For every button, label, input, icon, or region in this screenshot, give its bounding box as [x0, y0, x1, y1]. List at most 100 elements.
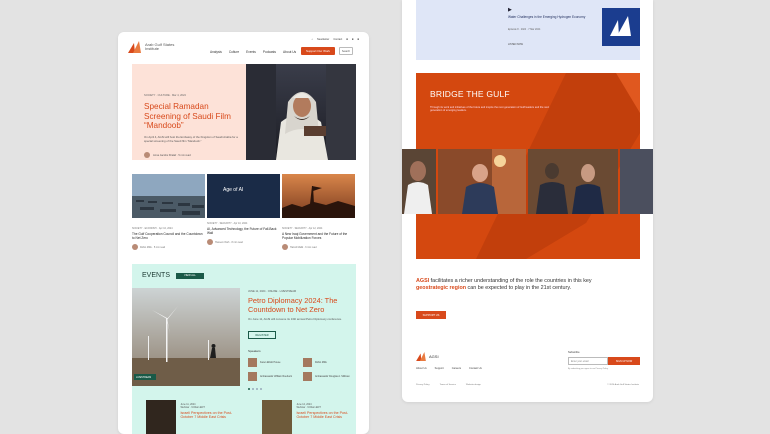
nav-analysis[interactable]: Analysis: [210, 50, 222, 54]
author-name: Hamdi Malik · 6 min read: [290, 245, 317, 249]
article-meta: SOCIETY · SECURITY · Apr 10, 2024: [207, 222, 248, 225]
about-lead: AGSI: [416, 278, 430, 284]
footer-legal-links: Privacy Policy Terms of Service Website …: [416, 384, 481, 386]
about-text-2: can be expected to play in the 21st cent…: [466, 285, 572, 291]
author-name: Robin Mills · 5 min read: [140, 245, 166, 249]
terms-link[interactable]: Terms of Service: [440, 384, 456, 386]
events-header: EVENTS VIEW ALL: [142, 272, 204, 279]
event-title[interactable]: Petro Diplomacy 2024: The Countdown to N…: [248, 296, 348, 314]
nav-events[interactable]: Events: [246, 50, 256, 54]
youtube-icon[interactable]: ■: [357, 38, 359, 41]
hero-feature[interactable]: SOCIETY · CULTURE · Mar 4, 2024 Special …: [132, 64, 356, 160]
article-card[interactable]: Age of AI SOCIETY · SECURITY · Apr 10, 2…: [207, 174, 280, 250]
home-page-frame: Arab Gulf States Institute ⌕ Newsletter …: [118, 32, 369, 434]
speaker-name: Karen Elliott House: [260, 361, 281, 364]
about-statement: AGSI facilitates a richer understanding …: [416, 278, 596, 292]
article-card[interactable]: SOCIETY · ECONOMY · Apr 10, 2024 The Gul…: [132, 174, 205, 250]
podcast-card[interactable]: ▶ Water Challenges in the Emerging Hydro…: [416, 0, 640, 60]
support-us-button[interactable]: SUPPORT US: [416, 311, 446, 319]
photo-strip: [402, 149, 653, 214]
event-card-title[interactable]: Israeli Perspectives on the Post-October…: [296, 411, 358, 420]
avatar: [207, 239, 213, 245]
event-card-meta: Webinar · 9:00am EDT: [296, 406, 321, 409]
hero-author: Anna Jacobs Khalaf · 5 min read: [144, 152, 191, 158]
email-field[interactable]: Enter your email: [568, 357, 608, 365]
speaker-photo: [248, 372, 257, 381]
footer-link-contact[interactable]: Contact Us: [469, 367, 482, 370]
footer-logo-text: AGSI: [429, 354, 439, 359]
register-button[interactable]: REGISTER: [248, 331, 276, 339]
speaker-name: Robin Mills: [315, 361, 327, 364]
about-highlight: geostrategic region: [416, 285, 467, 291]
avatar: [132, 244, 138, 250]
hero-image: [246, 64, 356, 160]
speaker[interactable]: Ambassador Douglas A. Silliman: [303, 372, 358, 381]
podcast-logo-icon: [602, 8, 640, 46]
speaker-name: Ambassador Douglas A. Silliman: [315, 375, 350, 378]
article-image: Age of AI: [207, 174, 280, 218]
subscribe-note: By submitting you agree to our Privacy P…: [568, 368, 609, 370]
event-card-title[interactable]: Israeli Perspectives on the Post-October…: [180, 411, 242, 420]
hero-description: On April 4, AGSI will host the Embassy o…: [144, 135, 238, 143]
carousel-dot[interactable]: [260, 388, 262, 390]
event-card-text: June 11, 2024 Webinar · 9:00am EDT Israe…: [180, 400, 242, 434]
article-card[interactable]: SOCIETY · SECURITY · Apr 12, 2024 A New …: [282, 174, 355, 250]
twitter-icon[interactable]: ■: [346, 38, 348, 41]
carousel-dot[interactable]: [256, 388, 258, 390]
article-image: [132, 174, 205, 218]
footer-link-careers[interactable]: Careers: [452, 367, 461, 370]
nav-about[interactable]: About Us: [283, 50, 296, 54]
bridge-description: Through its work and initiatives of the …: [430, 106, 550, 113]
support-button[interactable]: Support Our Work: [301, 47, 335, 55]
speaker-name: Ambassador William Roebuck: [260, 375, 292, 378]
speaker[interactable]: Ambassador William Roebuck: [248, 372, 303, 381]
author-name: Hussein Ibish · 8 min read: [215, 240, 243, 244]
linkedin-icon[interactable]: ■: [352, 38, 354, 41]
play-icon[interactable]: ▶: [508, 7, 512, 13]
listen-link[interactable]: LISTEN NOW: [508, 43, 523, 46]
article-title[interactable]: AI, Advanced Technology, the Future of F…: [207, 227, 280, 236]
speakers-label: Speakers: [248, 349, 261, 353]
article-meta: SOCIETY · ECONOMY · Apr 10, 2024: [132, 227, 173, 230]
avatar: [282, 244, 288, 250]
footer-link-support[interactable]: Support: [435, 367, 444, 370]
speakers-list: Karen Elliott House Robin Mills Ambassad…: [248, 358, 358, 381]
speaker-photo: [248, 358, 257, 367]
event-card[interactable]: June 12, 2024 Webinar · 9:00am EDT Israe…: [262, 400, 358, 434]
subscribe-label: Subscribe: [568, 351, 580, 354]
view-all-events-button[interactable]: VIEW ALL: [176, 272, 204, 279]
hero-meta: SOCIETY · CULTURE · Mar 4, 2024: [144, 94, 186, 97]
podcast-meta: Episode 8 · 2024 · 7 Mar 2024: [508, 28, 541, 31]
footer-logo[interactable]: AGSI: [416, 352, 439, 361]
search-button[interactable]: Search: [339, 47, 353, 55]
article-image: [282, 174, 355, 218]
design-credit-link[interactable]: Website design: [466, 384, 481, 386]
article-author: Hussein Ibish · 8 min read: [207, 239, 280, 245]
nav-culture[interactable]: Culture: [229, 50, 239, 54]
subscribe-button[interactable]: SIGN UP NOW: [608, 357, 640, 365]
site-logo[interactable]: Arab Gulf States Institute: [128, 41, 175, 53]
carousel-dot[interactable]: [252, 388, 254, 390]
carousel-dot[interactable]: [248, 388, 250, 390]
about-text-1: facilitates a richer understanding of th…: [429, 278, 592, 284]
footer-link-about[interactable]: About Us: [416, 367, 427, 370]
newsletter-link[interactable]: Newsletter: [317, 38, 329, 41]
hero-title[interactable]: Special Ramadan Screening of Saudi Film …: [144, 102, 239, 131]
article-title[interactable]: The Gulf Cooperation Council and the Cou…: [132, 232, 205, 241]
events-section: EVENTS VIEW ALL LIVESTREAM JUNE 11, 2024…: [132, 264, 356, 434]
speaker[interactable]: Karen Elliott House: [248, 358, 303, 367]
contact-link[interactable]: Contact: [333, 38, 342, 41]
avatar: [144, 152, 150, 158]
podcast-title[interactable]: Water Challenges in the Emerging Hydroge…: [508, 15, 588, 19]
nav-podcasts[interactable]: Podcasts: [263, 50, 276, 54]
search-icon[interactable]: ⌕: [312, 38, 313, 41]
events-title: EVENTS: [142, 272, 171, 279]
event-card-text: June 12, 2024 Webinar · 9:00am EDT Israe…: [296, 400, 358, 434]
speaker[interactable]: Robin Mills: [303, 358, 358, 367]
carousel-dots: [248, 388, 262, 390]
speaker-photo: [303, 358, 312, 367]
event-card[interactable]: June 11, 2024 Webinar · 9:00am EDT Israe…: [146, 400, 242, 434]
privacy-link[interactable]: Privacy Policy: [416, 384, 430, 386]
article-title[interactable]: A New Iraqi Government and the Future of…: [282, 232, 355, 241]
logo-icon: [416, 352, 426, 361]
